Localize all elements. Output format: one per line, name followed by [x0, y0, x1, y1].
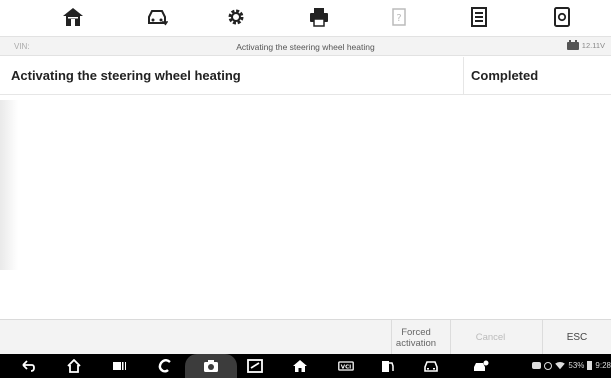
cancel-button[interactable]: Cancel	[450, 320, 530, 355]
home-icon	[293, 360, 307, 372]
back-button[interactable]	[18, 357, 38, 375]
system-status: 53% 9:28	[532, 361, 611, 370]
print-button[interactable]	[303, 4, 335, 30]
vehicle-swap-button[interactable]	[141, 4, 173, 30]
android-home-button[interactable]	[64, 357, 84, 375]
globe-icon	[544, 361, 553, 370]
camera-icon	[204, 360, 218, 372]
forced-activation-button[interactable]: Forced activation	[391, 320, 440, 355]
svg-text:?: ?	[396, 13, 401, 24]
car-battery-icon	[566, 39, 579, 50]
table-row[interactable]: Activating the steering wheel heating Co…	[0, 57, 611, 95]
home-button[interactable]	[57, 4, 89, 30]
message-icon	[532, 362, 542, 369]
cancel-label: Cancel	[475, 332, 506, 343]
screen: ? VIN: Activating the steering wheel hea…	[0, 0, 611, 378]
esc-button[interactable]: ESC	[542, 320, 611, 355]
info-bar: VIN: Activating the steering wheel heati…	[0, 36, 611, 56]
row-name: Activating the steering wheel heating	[11, 68, 241, 83]
data-logging-button[interactable]	[463, 4, 495, 30]
vehicle-button[interactable]	[421, 357, 441, 375]
screenshot-icon	[554, 7, 570, 27]
expand-icon	[247, 359, 263, 373]
edge-shadow	[0, 100, 18, 270]
battery-icon	[587, 361, 593, 370]
fullscreen-button[interactable]	[245, 357, 265, 375]
battery-percent: 53%	[568, 361, 585, 370]
fuel-icon	[382, 361, 394, 372]
repair-button[interactable]	[471, 357, 491, 375]
page-title: Activating the steering wheel heating	[236, 42, 375, 52]
settings-button[interactable]	[220, 4, 252, 30]
recent-apps-icon	[113, 362, 126, 370]
esc-label: ESC	[566, 332, 588, 343]
maxi-home-button[interactable]	[290, 357, 310, 375]
home-outline-icon	[67, 359, 81, 373]
row-status: Completed	[471, 68, 539, 83]
function-button-bar: Forced activation Cancel ESC	[0, 319, 611, 355]
screenshot-button[interactable]	[546, 4, 578, 30]
top-toolbar: ?	[0, 0, 611, 36]
clock: 9:28	[595, 361, 611, 370]
vci-button[interactable]: VCI	[334, 357, 358, 375]
help-button[interactable]: ?	[383, 4, 415, 30]
back-icon	[22, 360, 35, 372]
battery-voltage: 12.11V	[581, 41, 605, 50]
autel-logo-icon	[158, 359, 171, 373]
car-repair-icon	[474, 360, 489, 371]
camera-button[interactable]	[201, 357, 221, 375]
car-icon	[424, 361, 438, 372]
svg-text:VCI: VCI	[341, 364, 352, 370]
vci-icon: VCI	[338, 361, 354, 371]
wifi-icon	[555, 361, 566, 369]
recent-apps-button[interactable]	[109, 357, 129, 375]
vehicle-swap-icon	[148, 10, 168, 26]
help-icon: ?	[392, 8, 406, 26]
app-shortcut-button[interactable]	[378, 357, 398, 375]
settings-icon	[228, 9, 244, 25]
data-logging-icon	[471, 7, 487, 27]
print-icon	[310, 8, 328, 27]
battery-indicator: 12.11V	[566, 39, 605, 50]
column-divider	[463, 57, 464, 95]
system-nav-bar: VCI 53% 9:28	[0, 354, 611, 378]
home-icon	[63, 8, 83, 26]
autel-shortcut-button[interactable]	[155, 357, 175, 375]
result-table: Activating the steering wheel heating Co…	[0, 57, 611, 95]
forced-activation-label: Forced activation	[395, 326, 437, 349]
